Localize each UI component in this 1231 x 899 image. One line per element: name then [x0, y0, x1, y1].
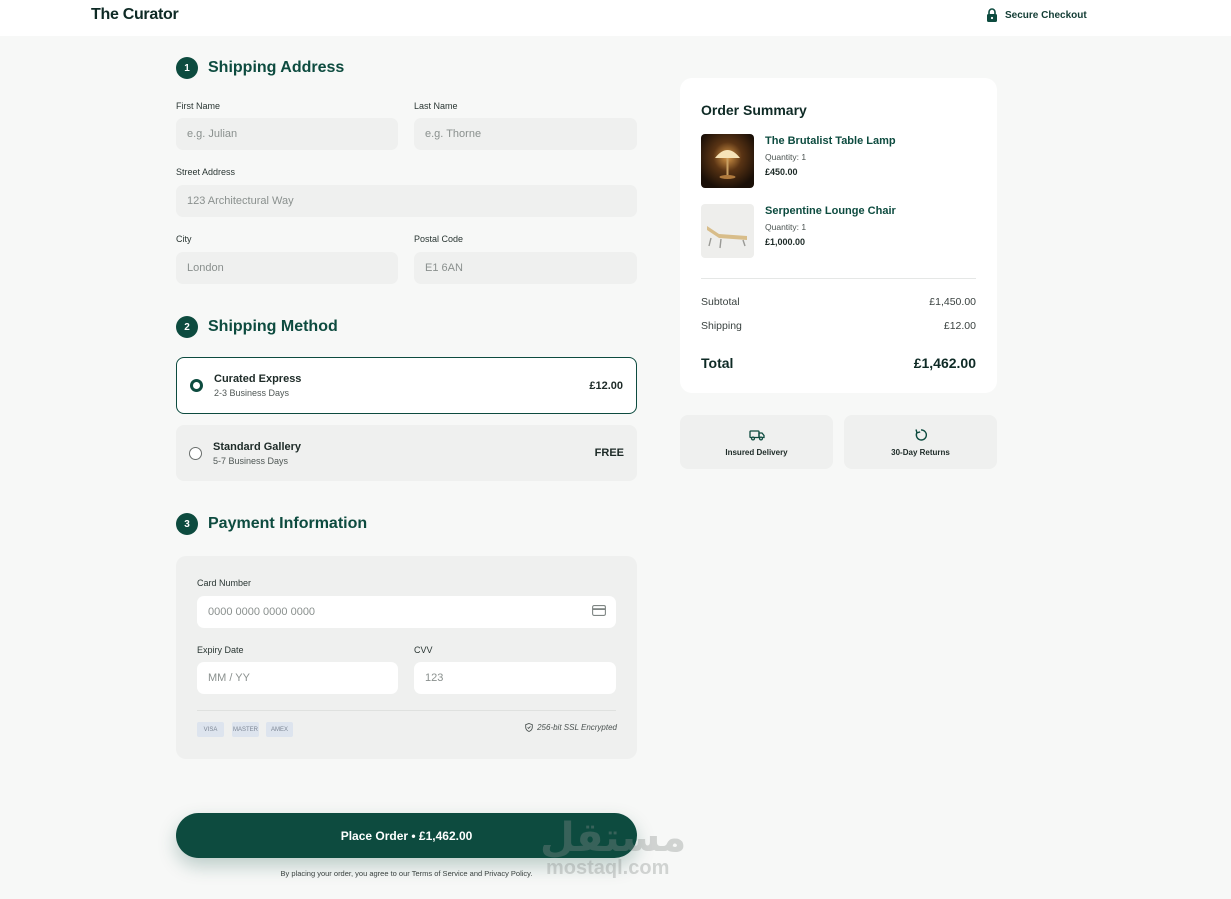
- credit-card-icon: [592, 605, 606, 616]
- expiry-label: Expiry Date: [197, 645, 244, 655]
- section-title: Payment Information: [208, 515, 368, 532]
- total-row: Total £1,462.00: [701, 355, 976, 371]
- top-bar: The Curator Secure Checkout: [0, 0, 1231, 36]
- section-title: Shipping Address: [208, 59, 345, 76]
- section-title: Shipping Method: [208, 318, 338, 335]
- badge-label: 30-Day Returns: [891, 447, 950, 457]
- radio-selected[interactable]: [190, 379, 203, 392]
- card-number-label: Card Number: [197, 578, 252, 588]
- order-summary-title: Order Summary: [701, 102, 807, 118]
- lock-icon: [987, 8, 997, 22]
- step-badge: 3: [176, 513, 198, 535]
- item-quantity: Quantity: 1: [765, 152, 807, 162]
- first-name-label: First Name: [176, 101, 221, 111]
- cvv-label: CVV: [414, 645, 433, 655]
- item-name: The Brutalist Table Lamp: [765, 135, 896, 147]
- secure-checkout-indicator: Secure Checkout: [986, 8, 1087, 22]
- first-name-input[interactable]: e.g. Julian: [176, 118, 398, 150]
- returns-badge: 30-Day Returns: [844, 415, 997, 469]
- total-value: £1,462.00: [913, 355, 976, 371]
- subtotal-label: Subtotal: [701, 296, 740, 308]
- watermark-logo: مستقل mostaql.com: [540, 815, 690, 881]
- card-number-input[interactable]: 0000 0000 0000 0000: [197, 596, 616, 628]
- subtotal-value: £1,450.00: [929, 296, 976, 308]
- insured-delivery-badge: Insured Delivery: [680, 415, 833, 469]
- item-quantity: Quantity: 1: [765, 222, 807, 232]
- cvv-input[interactable]: 123: [414, 662, 616, 694]
- ssl-note-text: 256-bit SSL Encrypted: [537, 723, 617, 732]
- divider: [701, 278, 976, 279]
- amex-badge: AMEX: [266, 722, 293, 737]
- last-name-input[interactable]: e.g. Thorne: [414, 118, 637, 150]
- option-name: Standard Gallery: [213, 440, 302, 453]
- lounge-chair-image: [701, 204, 754, 258]
- visa-badge: VISA: [197, 722, 224, 737]
- shipping-value: £12.00: [943, 320, 976, 332]
- payment-card-panel: Card Number 0000 0000 0000 0000 Expiry D…: [176, 556, 637, 759]
- watermark-latin: mostaql.com: [546, 857, 670, 879]
- option-price: FREE: [594, 447, 624, 459]
- shipping-option-standard-gallery[interactable]: Standard Gallery 5-7 Business Days FREE: [176, 425, 637, 481]
- shipping-address-heading: 1 Shipping Address: [176, 57, 344, 79]
- option-eta: 5-7 Business Days: [213, 455, 289, 466]
- watermark-arabic: مستقل: [540, 815, 687, 861]
- postal-code-input[interactable]: E1 6AN: [414, 252, 637, 284]
- shield-icon: [525, 723, 533, 732]
- total-label: Total: [701, 355, 734, 371]
- street-address-label: Street Address: [176, 167, 236, 177]
- mastercard-badge: MASTER: [232, 722, 259, 737]
- card-number-placeholder: 0000 0000 0000 0000: [208, 606, 316, 618]
- summary-item: The Brutalist Table Lamp Quantity: 1 £45…: [701, 134, 981, 188]
- shipping-label: Shipping: [701, 320, 742, 332]
- summary-item: Serpentine Lounge Chair Quantity: 1 £1,0…: [701, 204, 981, 258]
- shipping-option-curated-express[interactable]: Curated Express 2-3 Business Days £12.00: [176, 357, 637, 414]
- option-eta: 2-3 Business Days: [214, 388, 290, 398]
- item-name: Serpentine Lounge Chair: [765, 205, 896, 217]
- item-price: £450.00: [765, 167, 798, 177]
- option-name: Curated Express: [214, 373, 302, 385]
- city-label: City: [176, 234, 192, 244]
- street-address-input[interactable]: 123 Architectural Way: [176, 185, 637, 217]
- truck-icon: [748, 429, 765, 441]
- shipping-method-heading: 2 Shipping Method: [176, 316, 338, 338]
- return-icon: [914, 428, 927, 441]
- lamp-image: [701, 134, 754, 188]
- step-badge: 1: [176, 57, 198, 79]
- divider: [197, 710, 616, 711]
- postal-code-label: Postal Code: [414, 234, 464, 244]
- radio-unselected[interactable]: [189, 446, 202, 460]
- item-price: £1,000.00: [765, 237, 806, 247]
- ssl-note: 256-bit SSL Encrypted: [525, 723, 617, 732]
- order-summary-card: Order Summary The Brutalist Table Lamp Q…: [680, 78, 997, 393]
- city-input[interactable]: London: [176, 252, 398, 284]
- expiry-input[interactable]: MM / YY: [197, 662, 398, 694]
- secure-checkout-label: Secure Checkout: [1005, 9, 1087, 21]
- payment-heading: 3 Payment Information: [176, 513, 367, 535]
- badge-label: Insured Delivery: [725, 447, 788, 457]
- option-price: £12.00: [589, 379, 623, 392]
- shipping-row: Shipping £12.00: [701, 320, 976, 332]
- step-badge: 2: [176, 316, 198, 338]
- subtotal-row: Subtotal £1,450.00: [701, 296, 976, 308]
- last-name-label: Last Name: [414, 101, 458, 111]
- brand-logo[interactable]: The Curator: [91, 6, 179, 24]
